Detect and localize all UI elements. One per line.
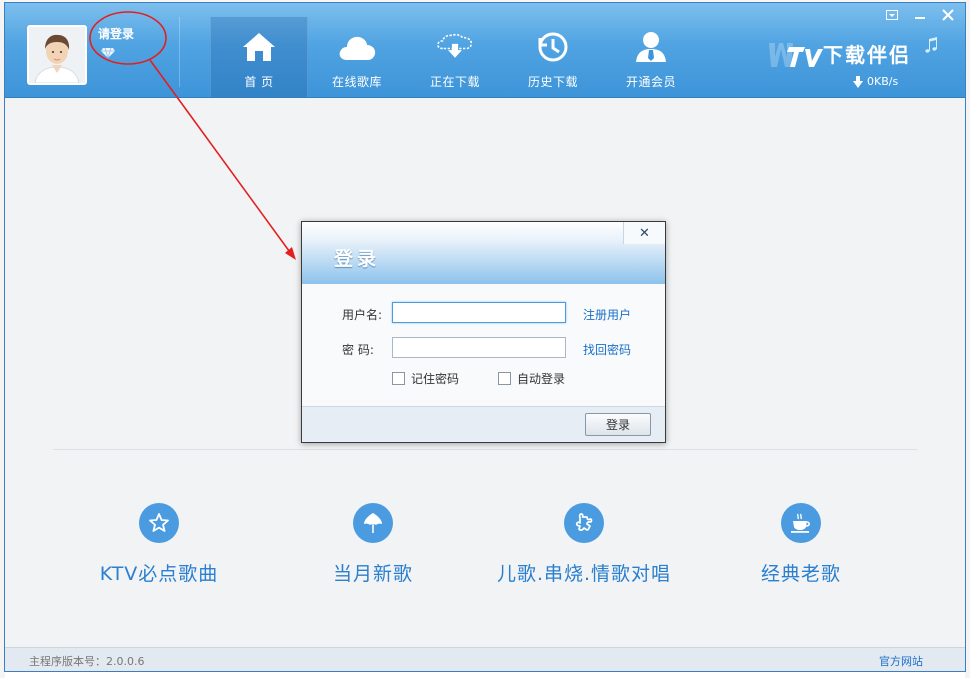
nav-online-library-label: 在线歌库 (331, 75, 382, 89)
login-dialog-footer: 登录 (302, 406, 665, 442)
header-divider (179, 17, 180, 87)
header-bar: 请登录 首 页 在线歌库 正在下载 历史下载 开通会员 下载伴侣 0KB/s (5, 3, 965, 98)
avatar-image (29, 27, 85, 83)
remember-password-checkbox-box[interactable] (392, 372, 405, 385)
menu-icon (886, 10, 898, 20)
window-menu-button[interactable] (881, 7, 903, 23)
window-close-button[interactable] (937, 7, 959, 23)
login-dialog-title: 登录 (334, 248, 381, 270)
brand-name: 下载伴侣 (823, 43, 911, 67)
download-speed: 0KB/s (853, 75, 898, 88)
auto-login-checkbox-box[interactable] (498, 372, 511, 385)
puzzle-icon (564, 503, 604, 543)
cloud-icon (337, 27, 377, 67)
nav-home-label: 首 页 (244, 75, 274, 89)
home-icon (239, 27, 279, 67)
avatar[interactable] (27, 25, 87, 85)
tv-logo-icon (769, 43, 823, 67)
close-icon (942, 9, 954, 21)
window-controls (881, 7, 959, 23)
login-dialog: 登录 ✕ 用户名: 注册用户 密 码: 找回密码 记住密码 自动登录 登录 (301, 221, 666, 443)
nav-downloading-label: 正在下载 (429, 75, 480, 89)
music-note-icon (925, 37, 937, 53)
cup-icon (781, 503, 821, 543)
content-separator (53, 449, 917, 450)
download-arrow-icon (853, 75, 863, 88)
minimize-icon (915, 17, 925, 19)
password-input[interactable] (392, 337, 566, 358)
category-new-this-month-label: 当月新歌 (332, 563, 413, 585)
category-kids-medley-duets-label: 儿歌.串烧.情歌对唱 (496, 563, 672, 585)
category-ktv-favorites-label: KTV必点歌曲 (99, 563, 219, 585)
password-label: 密 码: (342, 343, 374, 357)
category-ktv-favorites[interactable]: KTV必点歌曲 (59, 503, 259, 586)
version-text: 主程序版本号：2.0.0.6 (29, 655, 145, 668)
nav-download-history-label: 历史下载 (527, 75, 578, 89)
login-submit-button[interactable]: 登录 (585, 413, 651, 436)
cloud-download-icon (435, 27, 475, 67)
category-new-this-month[interactable]: 当月新歌 (273, 503, 473, 586)
official-site-link[interactable]: 官方网站 (879, 653, 923, 669)
category-row: KTV必点歌曲 当月新歌 儿歌.串烧.情歌对唱 经典老歌 (5, 503, 965, 593)
remember-password-checkbox[interactable]: 记住密码 (392, 370, 459, 387)
main-nav: 首 页 在线歌库 正在下载 历史下载 开通会员 (210, 17, 700, 97)
recover-password-link[interactable]: 找回密码 (583, 341, 631, 358)
status-bar: 主程序版本号：2.0.0.6 官方网站 (5, 647, 965, 671)
vip-diamond-icon (101, 47, 115, 59)
category-classic-oldies-label: 经典老歌 (760, 563, 841, 585)
nav-home[interactable]: 首 页 (210, 17, 308, 97)
window-minimize-button[interactable] (909, 7, 931, 23)
history-icon (533, 27, 573, 67)
nav-download-history[interactable]: 历史下载 (504, 17, 602, 97)
login-dialog-close-button[interactable]: ✕ (623, 222, 665, 244)
username-label: 用户名: (342, 308, 383, 322)
register-link[interactable]: 注册用户 (583, 306, 631, 323)
category-kids-medley-duets[interactable]: 儿歌.串烧.情歌对唱 (484, 503, 684, 586)
download-speed-value: 0KB/s (867, 75, 899, 88)
star-icon (139, 503, 179, 543)
auto-login-checkbox[interactable]: 自动登录 (498, 370, 565, 387)
category-classic-oldies[interactable]: 经典老歌 (701, 503, 901, 586)
login-prompt-link[interactable]: 请登录 (98, 25, 134, 42)
member-icon (631, 27, 671, 67)
remember-password-label: 记住密码 (411, 372, 460, 386)
nav-membership[interactable]: 开通会员 (602, 17, 700, 97)
nav-online-library[interactable]: 在线歌库 (308, 17, 406, 97)
auto-login-label: 自动登录 (517, 372, 566, 386)
login-dialog-header: 登录 ✕ (302, 222, 665, 284)
nav-downloading[interactable]: 正在下载 (406, 17, 504, 97)
leaf-icon (353, 503, 393, 543)
brand-logo: 下载伴侣 (765, 37, 940, 75)
nav-membership-label: 开通会员 (625, 75, 676, 89)
username-input[interactable] (392, 302, 566, 323)
